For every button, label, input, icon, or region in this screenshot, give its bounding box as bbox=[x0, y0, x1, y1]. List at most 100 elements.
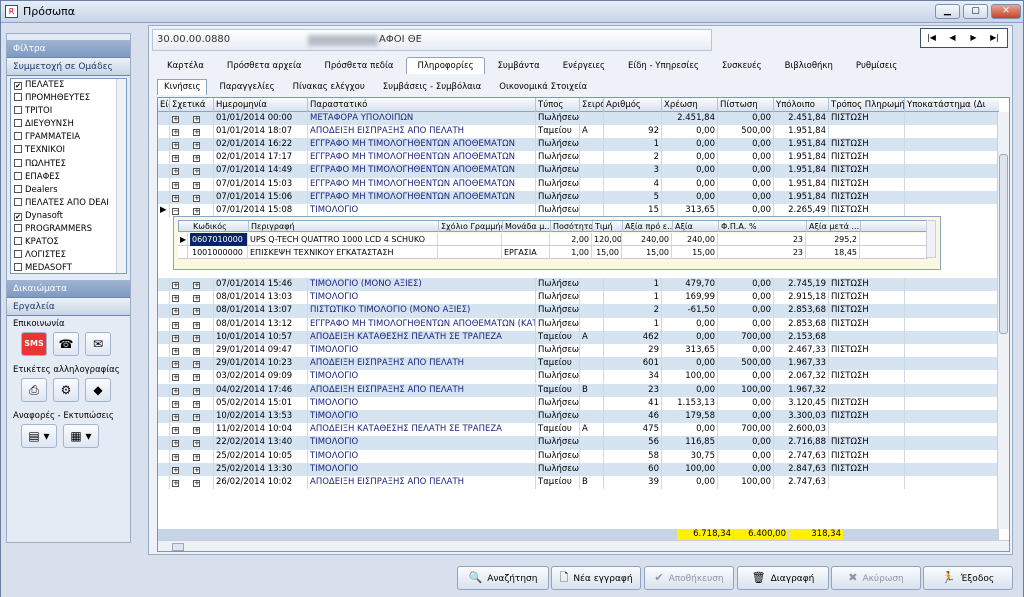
column-header[interactable]: Σχετικά bbox=[170, 98, 214, 112]
table-row[interactable]: + +22/02/2014 13:40 ΤΙΜΟΛΟΓΙΟ Πωλήσεων 56 116… bbox=[158, 436, 999, 450]
expand-icon[interactable]: − bbox=[172, 207, 179, 215]
label-tag-button[interactable]: ◆ bbox=[85, 378, 111, 402]
detail-column-header[interactable]: Αξία μετά ... bbox=[807, 221, 861, 232]
expand-icon[interactable]: + bbox=[172, 142, 179, 150]
expand-cell[interactable] bbox=[158, 410, 170, 423]
filters-header[interactable]: Φίλτρα bbox=[7, 40, 130, 58]
subtab-2[interactable]: Πίνακας ελέγχου bbox=[287, 80, 371, 95]
prints-menu-button[interactable]: ▦ ▾ bbox=[63, 424, 99, 448]
group-item[interactable]: ΓΡΑΜΜΑΤΕΙΑ bbox=[11, 131, 126, 144]
expand-toggle[interactable]: + + bbox=[170, 317, 214, 331]
subtab-4[interactable]: Οικονομικά Στοιχεία bbox=[493, 80, 593, 95]
checkbox[interactable]: ✔ bbox=[14, 212, 22, 221]
related-expand-icon[interactable]: + bbox=[193, 155, 200, 163]
checkbox[interactable] bbox=[14, 250, 22, 259]
related-expand-icon[interactable]: + bbox=[193, 181, 200, 189]
related-expand-icon[interactable]: + bbox=[193, 129, 200, 137]
expand-cell[interactable] bbox=[158, 125, 170, 139]
checkbox[interactable] bbox=[14, 224, 22, 233]
label-preview-button[interactable]: ⎙ bbox=[21, 378, 47, 402]
table-row[interactable]: + +02/01/2014 16:22 ΕΓΓΡΑΦΟ ΜΗ ΤΙΜΟΛΟΓΗΘΕΝ… bbox=[158, 138, 999, 152]
expand-cell[interactable] bbox=[158, 423, 170, 437]
group-item[interactable]: ΤΕΧΝΙΚΟΙ bbox=[11, 144, 126, 157]
expand-icon[interactable]: + bbox=[172, 440, 179, 448]
expand-cell[interactable] bbox=[158, 396, 170, 410]
close-button[interactable]: ✕ bbox=[991, 4, 1021, 19]
column-header[interactable]: Πίστωση bbox=[718, 98, 774, 112]
expand-icon[interactable]: + bbox=[172, 374, 179, 382]
expand-cell[interactable] bbox=[158, 476, 170, 489]
expand-icon[interactable]: + bbox=[172, 400, 179, 408]
related-expand-icon[interactable]: + bbox=[193, 400, 200, 408]
detail-column-header[interactable]: Ποσότητα bbox=[551, 221, 593, 232]
checkbox[interactable] bbox=[14, 184, 22, 193]
expand-cell[interactable] bbox=[158, 291, 170, 305]
last-record-icon[interactable]: ▶| bbox=[984, 29, 1005, 47]
column-header[interactable]: Παραστατικό bbox=[308, 98, 536, 112]
detail-column-header[interactable]: Περιγραφή bbox=[249, 221, 439, 232]
group-item[interactable]: ΚΡΑΤΟΣ bbox=[11, 236, 126, 249]
table-row[interactable]: + +08/01/2014 13:07 ΠΙΣΤΩΤΙΚΟ ΤΙΜΟΛΟΓΙΟ (Μ… bbox=[158, 304, 999, 318]
tools-header[interactable]: Εργαλεία bbox=[7, 298, 130, 316]
related-expand-icon[interactable]: + bbox=[193, 308, 200, 316]
expand-toggle[interactable]: + + bbox=[170, 151, 214, 165]
column-header[interactable]: Υπόλοιπο bbox=[774, 98, 829, 112]
group-item[interactable]: MEDASOFT bbox=[11, 262, 126, 273]
related-expand-icon[interactable]: + bbox=[193, 142, 200, 150]
expand-cell[interactable]: ▶ bbox=[158, 203, 170, 217]
expand-toggle[interactable]: + + bbox=[170, 383, 214, 397]
tab-3[interactable]: Πληροφορίες bbox=[406, 57, 485, 74]
minimize-button[interactable]: ▁ bbox=[935, 4, 960, 19]
expand-icon[interactable]: + bbox=[172, 116, 179, 123]
checkbox[interactable] bbox=[14, 145, 22, 154]
expand-cell[interactable] bbox=[158, 164, 170, 178]
search-button[interactable]: 🔍 Αναζήτηση bbox=[457, 566, 549, 590]
maximize-button[interactable]: ▢ bbox=[963, 4, 988, 19]
table-row[interactable]: + +07/01/2014 14:49 ΕΓΓΡΑΦΟ ΜΗ ΤΙΜΟΛΟΓΗΘΕΝ… bbox=[158, 164, 999, 178]
checkbox[interactable] bbox=[14, 106, 22, 115]
expand-toggle[interactable]: − + bbox=[170, 203, 214, 217]
expand-icon[interactable]: + bbox=[172, 194, 179, 202]
related-expand-icon[interactable]: + bbox=[193, 321, 200, 329]
expand-icon[interactable]: + bbox=[172, 453, 179, 461]
detail-column-header[interactable]: Τιμή bbox=[593, 221, 623, 232]
sms-button[interactable]: SMS bbox=[21, 332, 47, 356]
detail-column-header[interactable]: Μονάδα μ... bbox=[503, 221, 551, 232]
expand-toggle[interactable]: + + bbox=[170, 138, 214, 152]
related-expand-icon[interactable]: + bbox=[193, 348, 200, 355]
expand-icon[interactable]: + bbox=[172, 361, 179, 369]
expand-toggle[interactable]: + + bbox=[170, 330, 214, 344]
detail-column-header[interactable]: Σχόλιο Γραμμής bbox=[439, 221, 503, 232]
expand-icon[interactable]: + bbox=[172, 129, 179, 137]
tab-9[interactable]: Ρυθμίσεις bbox=[846, 58, 907, 74]
prev-record-icon[interactable]: ◀ bbox=[942, 29, 963, 47]
expand-cell[interactable] bbox=[158, 462, 170, 476]
expand-icon[interactable]: + bbox=[172, 168, 179, 176]
table-row[interactable]: ▶ − +07/01/2014 15:08 ΤΙΜΟΛΟΓΙΟ Πωλήσεων 15 31… bbox=[158, 203, 999, 217]
related-expand-icon[interactable]: + bbox=[193, 466, 200, 474]
column-header[interactable]: Τύπος bbox=[536, 98, 580, 112]
checkbox[interactable] bbox=[14, 197, 22, 206]
expand-toggle[interactable]: + + bbox=[170, 112, 214, 125]
rights-header[interactable]: Δικαιώματα bbox=[7, 280, 130, 298]
group-item[interactable]: ΛΟΓΙΣΤΕΣ bbox=[11, 249, 126, 262]
group-item[interactable]: ΕΠΑΦΕΣ bbox=[11, 171, 126, 184]
table-row[interactable]: + +10/02/2014 13:53 ΤΙΜΟΛΟΓΙΟ Πωλήσεων 46 179… bbox=[158, 410, 999, 424]
table-row[interactable]: + +07/01/2014 15:46 ΤΙΜΟΛΟΓΙΟ (ΜΟΝΟ ΑΞΙΕΣ)… bbox=[158, 278, 999, 292]
table-row[interactable]: + +07/01/2014 15:03 ΕΓΓΡΑΦΟ ΜΗ ΤΙΜΟΛΟΓΗΘΕΝ… bbox=[158, 177, 999, 191]
detail-column-header[interactable]: Αξία bbox=[673, 221, 719, 232]
checkbox[interactable] bbox=[14, 171, 22, 180]
expand-cell[interactable] bbox=[158, 151, 170, 165]
related-expand-icon[interactable]: + bbox=[193, 334, 200, 342]
tab-7[interactable]: Συσκευές bbox=[712, 58, 772, 74]
expand-toggle[interactable]: + + bbox=[170, 462, 214, 476]
email-button[interactable]: ✉ bbox=[85, 332, 111, 356]
related-expand-icon[interactable]: + bbox=[193, 480, 200, 487]
expand-icon[interactable]: + bbox=[172, 155, 179, 163]
exit-button[interactable]: 🏃 Έξοδος bbox=[923, 566, 1013, 590]
column-header[interactable]: Είδη bbox=[158, 98, 170, 112]
detail-row[interactable]: 1001000000 ΕΠΙΣΚΕΨΗ ΤΕΧΝΙΚΟΥ ΕΓΚΑΤΑΣΤΑΣΗ Ε… bbox=[178, 246, 928, 259]
related-expand-icon[interactable]: + bbox=[193, 207, 200, 215]
delete-button[interactable]: 🗑 Διαγραφή bbox=[737, 566, 829, 590]
phone-button[interactable]: ☎ bbox=[53, 332, 79, 356]
